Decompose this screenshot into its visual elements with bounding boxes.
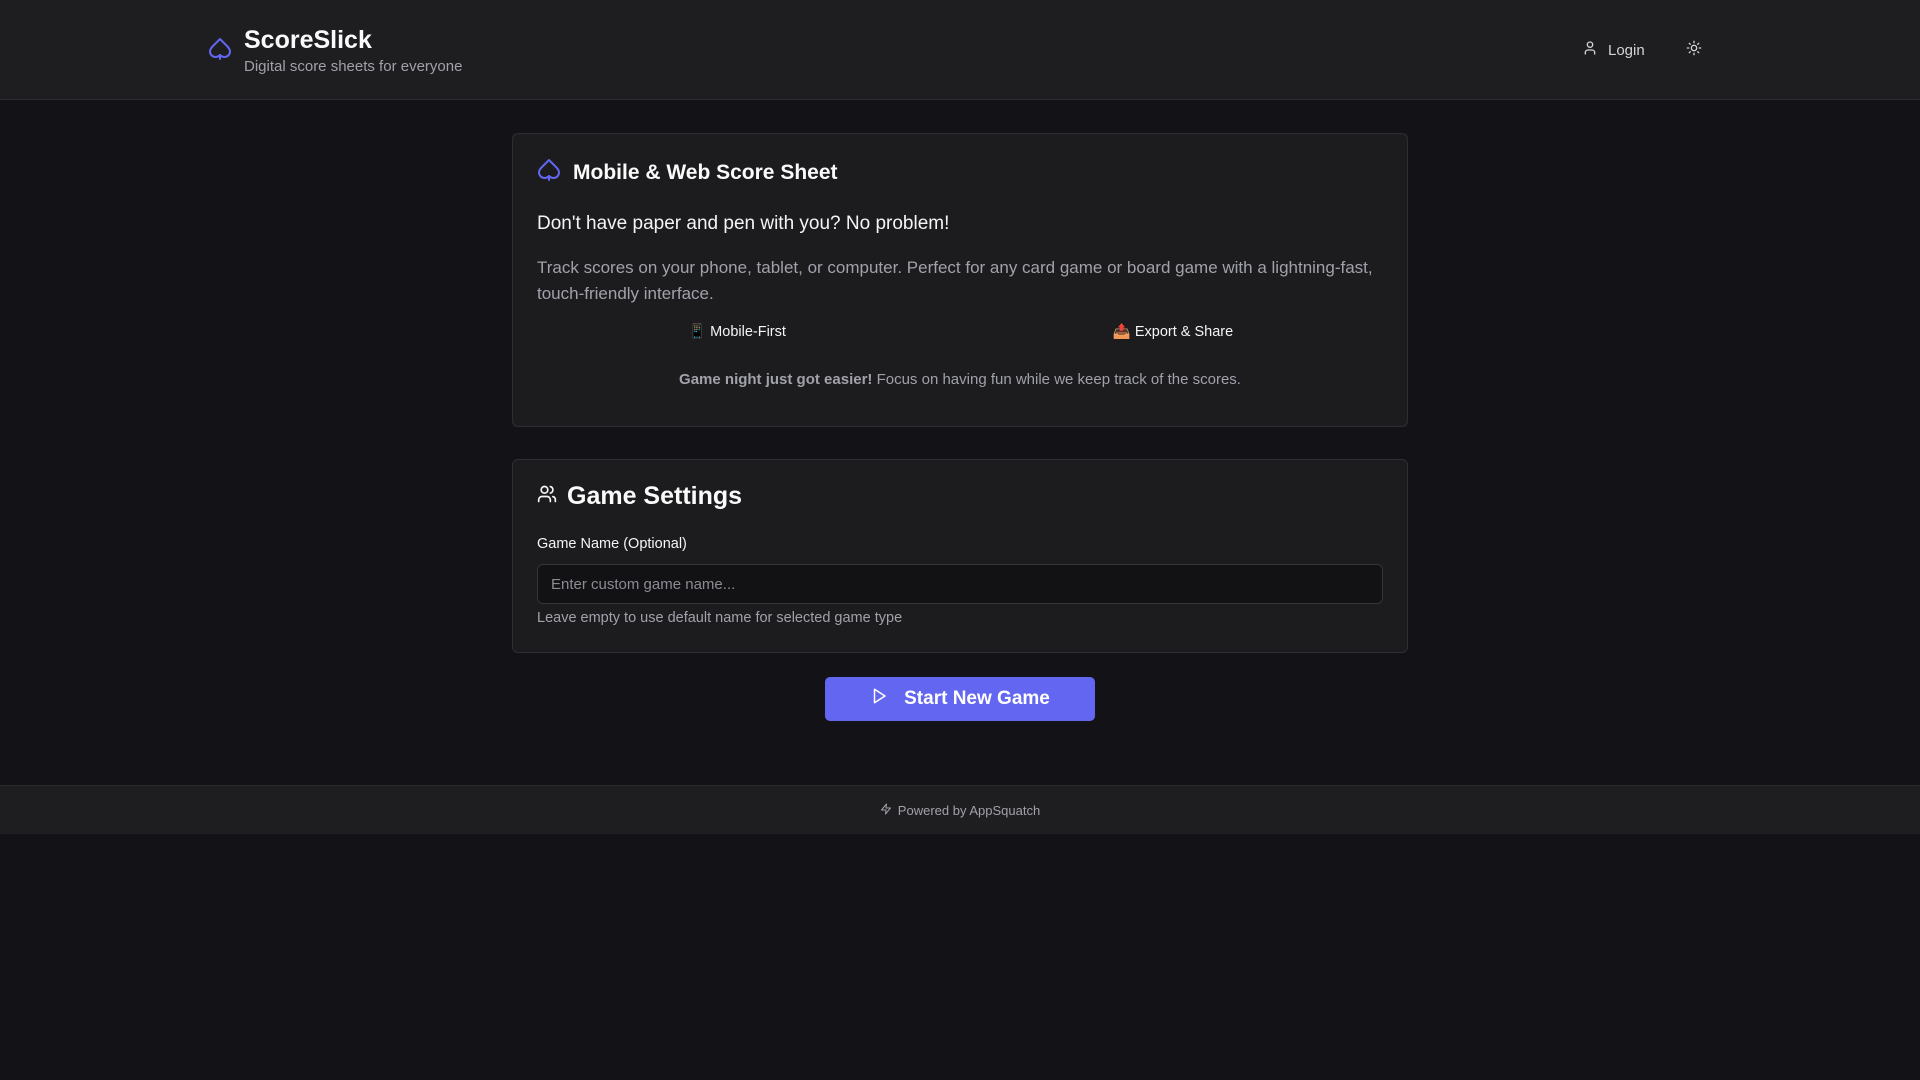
- start-new-game-label: Start New Game: [904, 688, 1050, 709]
- spade-icon: [208, 37, 232, 61]
- intro-card-title: Mobile & Web Score Sheet: [573, 160, 838, 184]
- app-header: ScoreSlick Digital score sheets for ever…: [0, 0, 1920, 100]
- feature-mobile-first: 📱 Mobile-First: [688, 324, 786, 340]
- intro-lead: Don't have paper and pen with you? No pr…: [537, 213, 950, 234]
- brand-subtitle: Digital score sheets for everyone: [244, 58, 463, 75]
- footer-text[interactable]: Powered by AppSquatch: [898, 803, 1040, 818]
- login-label: Login: [1608, 41, 1645, 59]
- feature-export-share: 📤 Export & Share: [1112, 324, 1234, 340]
- game-name-help: Leave empty to use default name for sele…: [537, 610, 903, 626]
- users-icon: [537, 484, 557, 509]
- tagline-rest: Focus on having fun while we keep track …: [872, 371, 1241, 388]
- spade-icon: [537, 158, 561, 187]
- intro-tagline: Game night just got easier! Focus on hav…: [513, 371, 1407, 388]
- game-name-label: Game Name (Optional): [537, 536, 687, 552]
- sun-icon: [1686, 40, 1702, 60]
- start-new-game-button[interactable]: Start New Game: [825, 677, 1095, 721]
- tagline-bold: Game night just got easier!: [679, 371, 873, 388]
- game-settings-title: Game Settings: [567, 482, 743, 510]
- theme-toggle-button[interactable]: [1686, 40, 1706, 60]
- brand-title: ScoreSlick: [244, 26, 372, 54]
- intro-card: Mobile & Web Score Sheet Don't have pape…: [512, 133, 1408, 427]
- game-settings-card: Game Settings Game Name (Optional) Leave…: [512, 459, 1408, 653]
- intro-card-header: Mobile & Web Score Sheet: [537, 158, 838, 187]
- app-footer: Powered by AppSquatch: [0, 785, 1920, 834]
- zap-icon: [880, 803, 892, 818]
- game-settings-header: Game Settings: [537, 482, 742, 511]
- intro-description: Track scores on your phone, tablet, or c…: [537, 258, 1373, 303]
- user-icon: [1582, 40, 1598, 60]
- brand[interactable]: ScoreSlick Digital score sheets for ever…: [208, 25, 462, 77]
- play-icon: [870, 687, 888, 711]
- login-button[interactable]: Login: [1582, 36, 1645, 64]
- game-name-input[interactable]: [537, 564, 1383, 604]
